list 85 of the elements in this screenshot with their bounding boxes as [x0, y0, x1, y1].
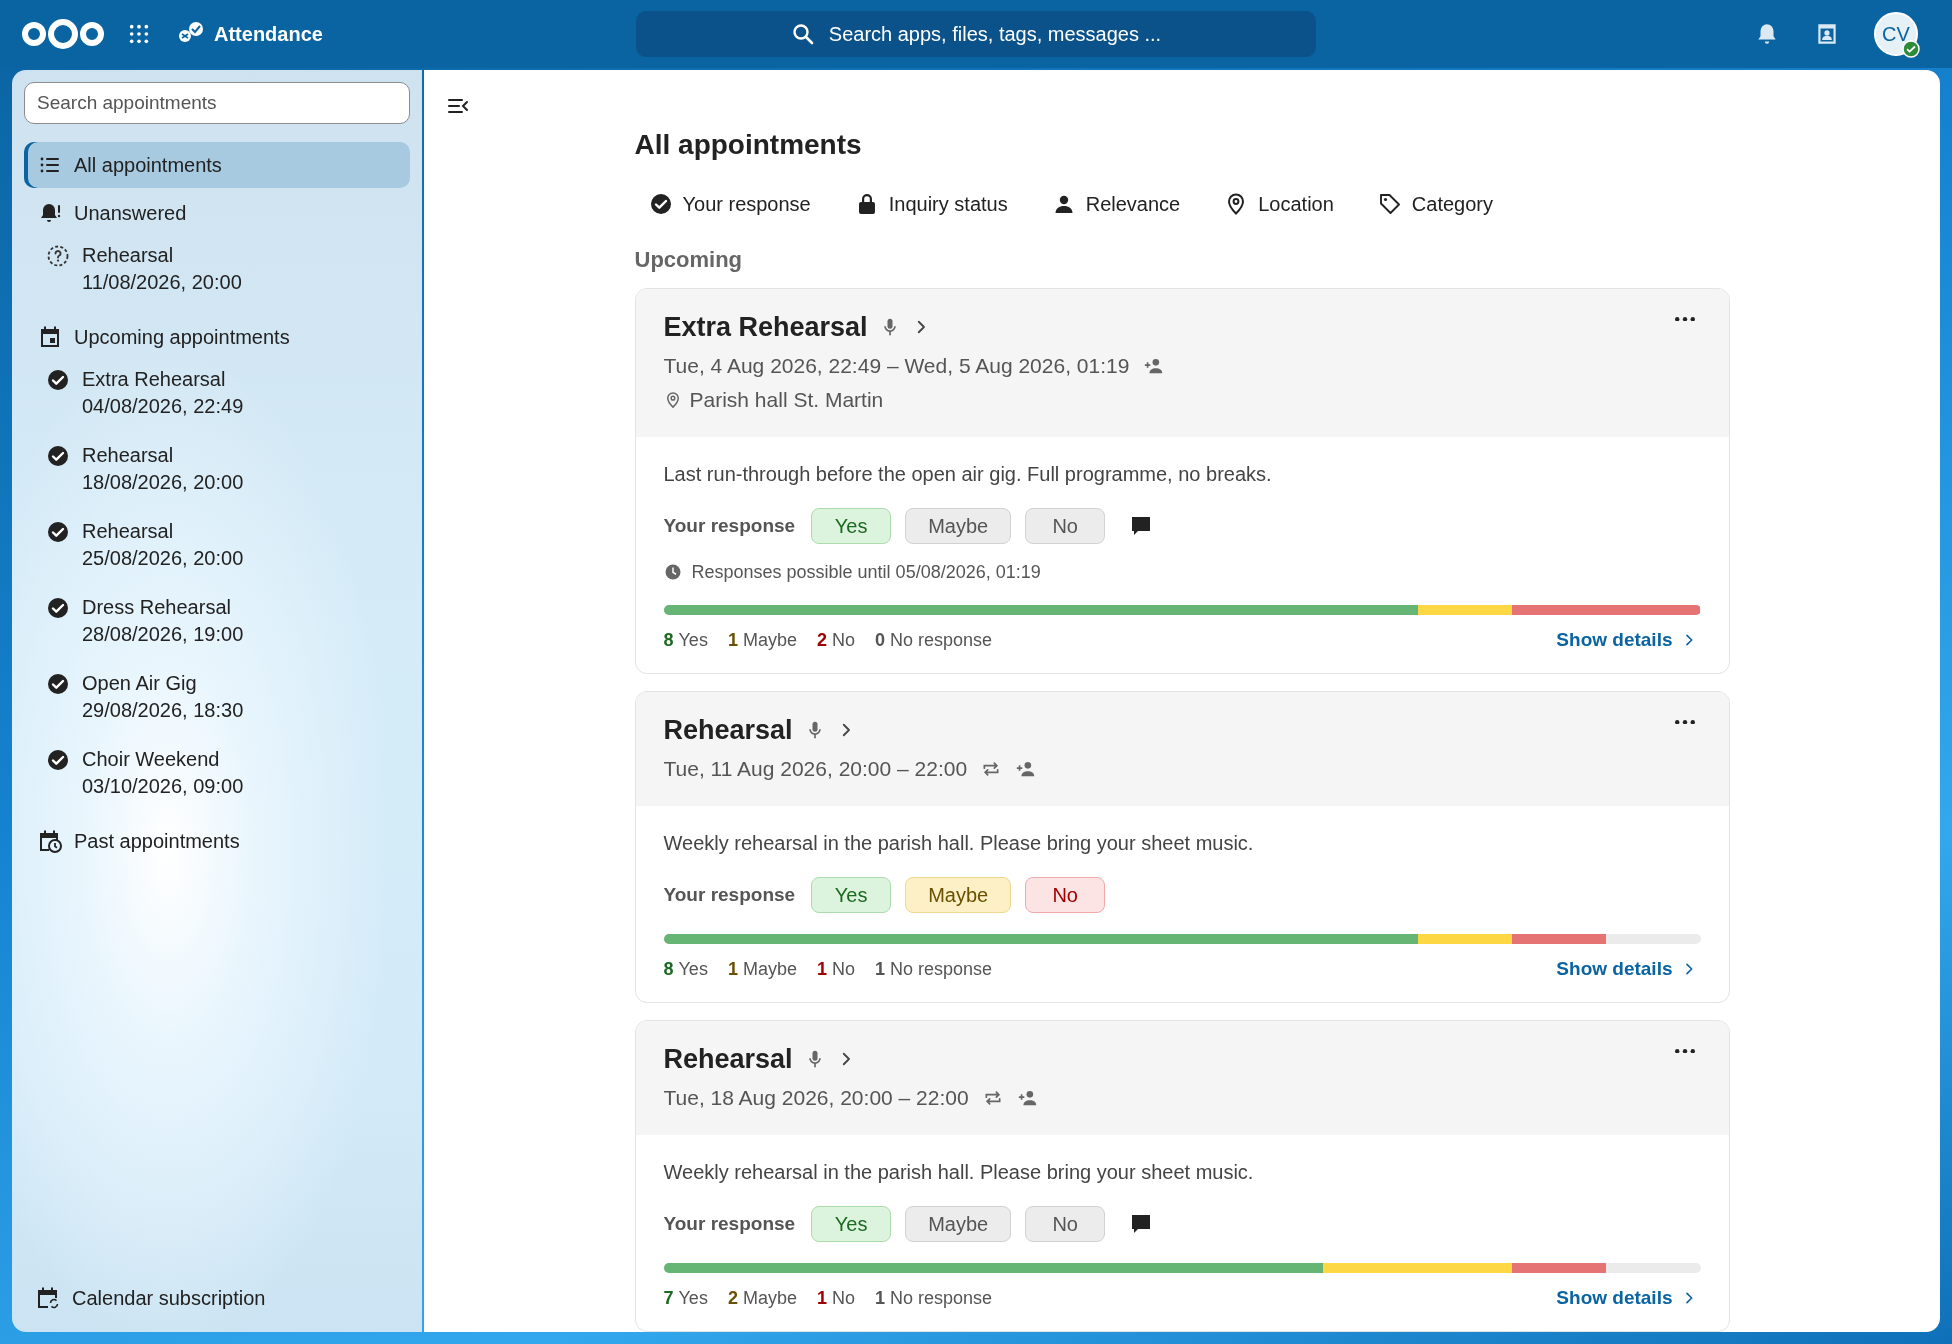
- more-options-button[interactable]: [1674, 317, 1695, 322]
- appointment-link[interactable]: Dress Rehearsal 28/08/2026, 19:00: [24, 594, 410, 648]
- response-count: 1 Maybe: [727, 958, 797, 980]
- response-count: 1 No: [816, 1287, 855, 1309]
- filter-button[interactable]: Your response: [648, 192, 811, 216]
- response-option-button[interactable]: Maybe: [905, 1206, 1012, 1242]
- nav-item[interactable]: Upcoming appointments: [24, 314, 410, 360]
- nav-item[interactable]: Past appointments: [24, 818, 410, 864]
- appointment-time: Tue, 18 Aug 2026, 20:00 – 22:00: [663, 1086, 969, 1110]
- check-circle-icon: [46, 748, 70, 772]
- more-options-button[interactable]: [1674, 1049, 1695, 1054]
- tag-icon: [1377, 192, 1402, 216]
- check-circle-icon: [46, 672, 70, 696]
- calendar-clock-icon: [38, 829, 62, 853]
- filter-button[interactable]: Inquiry status: [854, 192, 1008, 216]
- filter-button[interactable]: Category: [1377, 192, 1493, 216]
- response-count: 1 No response: [874, 958, 993, 980]
- response-count: 1 No: [816, 958, 855, 980]
- response-deadline: Responses possible until 05/08/2026, 01:19: [691, 561, 1041, 583]
- calendar-sync-icon: [36, 1286, 60, 1310]
- appointment-time: Tue, 11 Aug 2026, 20:00 – 22:00: [663, 757, 968, 781]
- response-option-button[interactable]: Maybe: [905, 508, 1012, 544]
- response-option-button[interactable]: No: [1025, 877, 1106, 913]
- response-count: 2 No: [816, 629, 855, 651]
- check-circle-icon: [46, 520, 70, 544]
- response-count: 8 Yes: [663, 958, 708, 980]
- avatar[interactable]: CV: [1874, 12, 1918, 56]
- more-icon: [1674, 317, 1695, 322]
- appointment-description: Weekly rehearsal in the parish hall. Please bring your sheet music.: [663, 831, 1255, 856]
- repeat-icon: [981, 759, 1002, 779]
- show-details-link[interactable]: Show details: [1556, 629, 1697, 651]
- calendar-icon: [38, 325, 62, 349]
- response-option-button[interactable]: No: [1025, 508, 1106, 544]
- response-option-button[interactable]: Maybe: [905, 877, 1012, 913]
- show-details-link[interactable]: Show details: [1556, 958, 1697, 980]
- response-count: 1 Maybe: [727, 629, 797, 651]
- response-option-button[interactable]: Yes: [811, 1206, 892, 1242]
- appointment-description: Last run-through before the open air gig. Full programme, no breaks.: [663, 462, 1273, 487]
- app-grid-icon: [128, 23, 150, 45]
- appointment-title: Rehearsal: [663, 714, 793, 746]
- appointment-link[interactable]: Rehearsal 25/08/2026, 20:00: [24, 518, 410, 572]
- nav-item[interactable]: All appointments: [24, 142, 410, 188]
- show-details-link[interactable]: Show details: [1556, 1287, 1697, 1309]
- check-circle-icon: [46, 596, 70, 620]
- response-option-button[interactable]: Yes: [811, 877, 892, 913]
- response-option-button[interactable]: No: [1025, 1206, 1106, 1242]
- response-label: Your response: [663, 515, 796, 537]
- appointment-title: Extra Rehearsal: [663, 311, 868, 343]
- response-count: 0 No response: [874, 629, 993, 651]
- more-icon: [1674, 1049, 1695, 1054]
- filter-button[interactable]: Relevance: [1051, 192, 1181, 216]
- page-title: All appointments: [634, 128, 863, 162]
- check-circle-icon: [46, 444, 70, 468]
- appointment-link[interactable]: Extra Rehearsal 04/08/2026, 22:49: [24, 366, 410, 420]
- response-count: 7 Yes: [663, 1287, 708, 1309]
- global-search-field[interactable]: Search apps, files, tags, messages ...: [636, 11, 1316, 57]
- response-label: Your response: [663, 1213, 796, 1235]
- more-icon: [1674, 720, 1695, 725]
- appointment-link[interactable]: Rehearsal 18/08/2026, 20:00: [24, 442, 410, 496]
- appointment-link[interactable]: Open Air Gig 29/08/2026, 18:30: [24, 670, 410, 724]
- calendar-subscription-link[interactable]: Calendar subscription: [24, 1278, 410, 1318]
- check-circle-icon: [648, 192, 673, 216]
- appointment-description: Weekly rehearsal in the parish hall. Please bring your sheet music.: [663, 1160, 1255, 1185]
- response-label: Your response: [663, 884, 796, 906]
- status-check-icon: [1902, 40, 1920, 58]
- search-field[interactable]: Search appointments: [24, 82, 410, 124]
- response-option-button[interactable]: Yes: [811, 508, 892, 544]
- more-options-button[interactable]: [1674, 720, 1695, 725]
- section-heading: Upcoming: [634, 246, 744, 274]
- check-circle-icon: [46, 368, 70, 392]
- response-count: 8 Yes: [663, 629, 708, 651]
- appointment-link[interactable]: Choir Weekend 03/10/2026, 09:00: [24, 746, 410, 800]
- app-switcher-link[interactable]: Attendance: [172, 15, 327, 53]
- bell-icon: [38, 201, 62, 225]
- appointment-link[interactable]: Rehearsal 11/08/2026, 20:00: [24, 242, 410, 296]
- nav-item[interactable]: Unanswered: [24, 190, 410, 236]
- appointment-time: Tue, 4 Aug 2026, 22:49 – Wed, 5 Aug 2026, 01:19: [663, 354, 1130, 378]
- appointment-title: Rehearsal: [663, 1043, 793, 1075]
- clock-icon: [663, 563, 682, 581]
- search-icon: [790, 22, 815, 46]
- appointment-location: Parish hall St. Martin: [689, 388, 884, 412]
- response-count: 2 Maybe: [727, 1287, 797, 1309]
- filter-button[interactable]: Location: [1224, 192, 1334, 216]
- question-circle-icon: [46, 244, 70, 268]
- response-count: 1 No response: [874, 1287, 993, 1309]
